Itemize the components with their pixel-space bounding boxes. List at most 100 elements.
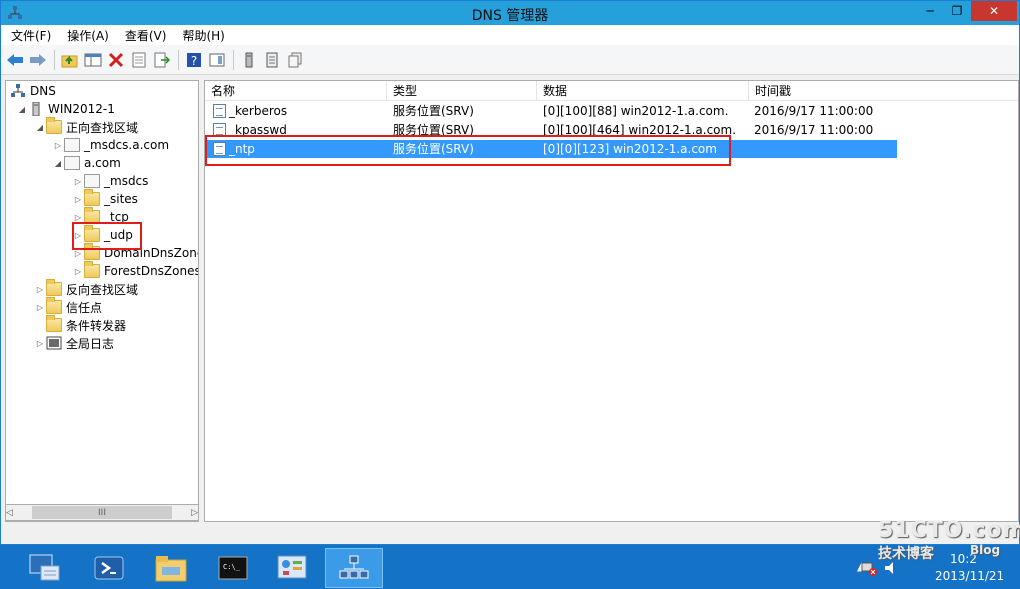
tree-node-server[interactable]: ◢ WIN2012-1 — [16, 100, 115, 118]
column-header-type[interactable]: 类型 — [387, 81, 537, 101]
record-data: [0][0][123] win2012-1.a.com — [543, 142, 717, 156]
tree-horizontal-scrollbar[interactable]: ◁ III ▷ — [5, 504, 199, 521]
taskbar-file-explorer[interactable] — [142, 548, 200, 588]
collapse-arrow-icon[interactable]: ◢ — [34, 123, 46, 132]
tree-node-trust-points[interactable]: ▷ 信任点 — [34, 297, 103, 316]
scroll-left-icon[interactable]: ◁ — [6, 508, 13, 518]
taskbar-control-panel[interactable] — [263, 548, 321, 588]
menu-bar: 文件(F) 操作(A) 查看(V) 帮助(H) — [1, 25, 1019, 45]
record-type: 服务位置(SRV) — [393, 123, 474, 137]
menu-help[interactable]: 帮助(H) — [182, 27, 224, 44]
help-button[interactable]: ? — [184, 50, 204, 70]
expand-arrow-icon[interactable]: ▷ — [72, 177, 84, 186]
network-disconnected-icon[interactable] — [860, 559, 878, 577]
folder-icon — [46, 279, 62, 296]
tree-node-forestdnszones[interactable]: ▷ ForestDnsZones — [72, 261, 198, 280]
expand-arrow-icon[interactable]: ▷ — [34, 285, 46, 294]
tray-date[interactable]: 2013/11/21 — [935, 569, 1004, 583]
collapse-arrow-icon[interactable]: ◢ — [16, 105, 28, 114]
folder-icon — [46, 297, 62, 314]
export-icon — [154, 52, 170, 67]
expand-arrow-icon[interactable]: ▷ — [34, 339, 46, 348]
expand-arrow-icon[interactable]: ▷ — [72, 195, 84, 204]
tree-node-udp[interactable]: ▷ _udp — [72, 225, 133, 244]
console-tree[interactable]: DNS ◢ WIN2012-1 ◢ 正向查找区域 ▷ _msdcs.a.com … — [5, 80, 199, 522]
close-button[interactable]: ✕ — [971, 1, 1017, 21]
taskbar-server-manager[interactable] — [16, 548, 74, 588]
menu-action[interactable]: 操作(A) — [67, 27, 109, 44]
expand-arrow-icon[interactable]: ▷ — [34, 303, 46, 312]
tree-label: 条件转发器 — [66, 318, 127, 333]
tree-node-reverse-zones[interactable]: ▷ 反向查找区域 — [34, 279, 138, 298]
folder-up-icon — [61, 55, 78, 67]
column-header-data[interactable]: 数据 — [537, 81, 749, 101]
export-list-button[interactable] — [152, 50, 172, 70]
tree-label: WIN2012-1 — [48, 102, 115, 116]
tree-label: 信任点 — [66, 300, 103, 315]
server-icon — [32, 102, 40, 116]
dns-root-icon — [11, 84, 25, 97]
svg-text:?: ? — [191, 54, 197, 68]
menu-view[interactable]: 查看(V) — [125, 27, 167, 44]
expand-arrow-icon[interactable]: ▷ — [72, 249, 84, 258]
tree-node-global-logs[interactable]: ▷ 全局日志 — [34, 334, 114, 352]
expand-arrow-icon[interactable]: ▷ — [72, 213, 84, 222]
title-bar[interactable]: DNS 管理器 ─ ❐ ✕ — [1, 1, 1019, 25]
tree-label: _udp — [104, 228, 133, 242]
expand-arrow-icon[interactable]: ▷ — [52, 141, 64, 150]
column-header-timestamp[interactable]: 时间戳 — [749, 81, 1018, 101]
back-arrow-icon — [7, 53, 23, 66]
tree-node-a-com[interactable]: ◢ a.com — [52, 154, 121, 172]
tree-node-domaindnszones[interactable]: ▷ DomainDnsZones — [72, 243, 198, 262]
tree-node-dns[interactable]: DNS — [10, 82, 56, 100]
tree-label: _msdcs.a.com — [84, 138, 170, 152]
record-icon — [266, 52, 278, 67]
collapse-arrow-icon[interactable]: ◢ — [52, 159, 64, 168]
column-header-name[interactable]: 名称 — [205, 81, 387, 101]
file-explorer-icon — [155, 556, 187, 582]
taskbar-powershell[interactable] — [80, 548, 138, 588]
properties-button[interactable] — [129, 50, 149, 70]
menu-file[interactable]: 文件(F) — [11, 27, 51, 44]
folder-icon — [84, 207, 100, 224]
taskbar-dns-manager[interactable] — [325, 548, 383, 588]
expand-arrow-icon[interactable]: ▷ — [72, 231, 84, 240]
delete-button[interactable] — [106, 50, 126, 70]
server-button[interactable] — [239, 50, 259, 70]
record-data: [0][100][464] win2012-1.a.com. — [543, 123, 737, 137]
powershell-icon — [94, 556, 124, 580]
dns-app-icon — [339, 555, 369, 579]
expand-arrow-icon[interactable]: ▷ — [72, 267, 84, 276]
tree-node-msdcs[interactable]: ▷ _msdcs — [72, 172, 148, 190]
minimize-button[interactable]: ─ — [917, 1, 943, 21]
folder-icon — [84, 189, 100, 206]
svg-text:C:\_: C:\_ — [223, 563, 241, 571]
table-row[interactable]: _kerberos 服务位置(SRV) [0][100][88] win2012… — [207, 102, 897, 120]
toolbar-separator — [233, 49, 234, 70]
copy-records-button[interactable] — [285, 50, 305, 70]
back-button[interactable] — [5, 50, 25, 70]
folder-icon — [84, 243, 100, 260]
taskbar-command-prompt[interactable]: C:\_ — [204, 548, 262, 588]
dns-manager-window: DNS 管理器 ─ ❐ ✕ 文件(F) 操作(A) 查看(V) 帮助(H) ? … — [0, 0, 1020, 545]
table-row-selected[interactable]: _ntp 服务位置(SRV) [0][0][123] win2012-1.a.c… — [207, 140, 897, 158]
tree-label: a.com — [84, 156, 121, 170]
maximize-button[interactable]: ❐ — [944, 1, 970, 21]
tree-node-msdcs-zone[interactable]: ▷ _msdcs.a.com — [52, 136, 169, 154]
tree-node-forward-zones[interactable]: ◢ 正向查找区域 — [34, 117, 138, 136]
record-list[interactable]: 名称 类型 数据 时间戳 _kerberos 服务位置(SRV) [0][100… — [204, 80, 1019, 522]
table-row[interactable]: _kpasswd 服务位置(SRV) [0][100][464] win2012… — [207, 121, 897, 139]
up-level-button[interactable] — [60, 50, 80, 70]
list-header: 名称 类型 数据 时间戳 — [205, 81, 1018, 101]
record-data: [0][100][88] win2012-1.a.com. — [543, 104, 729, 118]
action-pane-button[interactable] — [207, 50, 227, 70]
watermark-site: 51CTO.com — [878, 518, 1020, 543]
show-hide-tree-button[interactable] — [83, 50, 103, 70]
scroll-right-icon[interactable]: ▷ — [191, 508, 198, 518]
tree-node-conditional-forwarders[interactable]: 条件转发器 — [46, 315, 127, 334]
record-list-button[interactable] — [262, 50, 282, 70]
tree-node-sites[interactable]: ▷ _sites — [72, 189, 138, 208]
scroll-thumb[interactable]: III — [32, 506, 172, 519]
forward-button[interactable] — [28, 50, 48, 70]
tree-node-tcp[interactable]: ▷ _tcp — [72, 207, 129, 226]
